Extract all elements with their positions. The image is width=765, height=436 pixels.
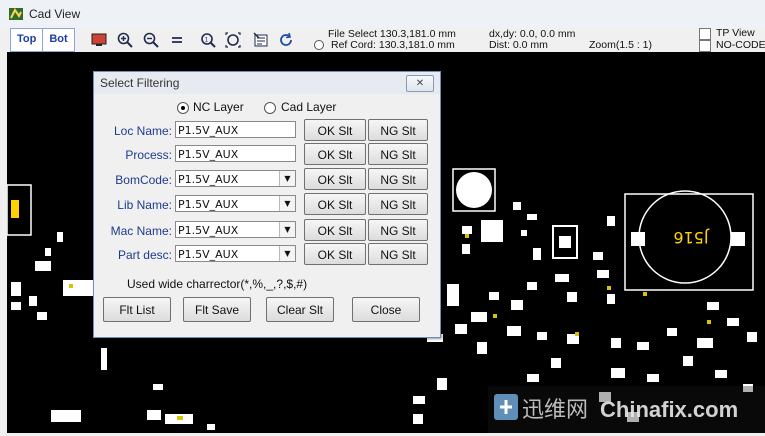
loc-name-input[interactable]: P1.5V_AUX: [175, 121, 296, 138]
zoom-out-icon[interactable]: [141, 30, 161, 50]
close-icon[interactable]: ✕: [406, 75, 434, 92]
lib-name-label: Lib Name:: [117, 198, 172, 212]
component-pad: [35, 261, 51, 271]
zoom-readout: Zoom(1.5 : 1): [589, 39, 653, 51]
bomcode-label: BomCode:: [115, 173, 172, 187]
round-component-pad: [456, 172, 492, 208]
lib-name-ok-button[interactable]: OK Slt: [304, 193, 366, 215]
lib-name-select[interactable]: P1.5V_AUX ▼: [175, 195, 296, 212]
cad-layer-radio[interactable]: [264, 102, 276, 114]
ic-package: [481, 220, 503, 242]
watermark: 迅维网 Chinafix.com: [488, 386, 765, 433]
bomcode-ng-button[interactable]: NG Slt: [368, 168, 428, 190]
chevron-down-icon[interactable]: ▼: [279, 171, 295, 186]
refresh-icon[interactable]: [276, 30, 296, 50]
no-code-checkbox[interactable]: [699, 40, 711, 52]
process-label: Process:: [125, 148, 172, 162]
part-desc-label: Part desc:: [117, 248, 172, 262]
fit-equal-icon[interactable]: [167, 30, 187, 50]
dialog-title: Select Filtering: [100, 76, 180, 90]
nc-layer-radio[interactable]: [177, 102, 189, 114]
mac-name-label: Mac Name:: [110, 224, 172, 238]
chevron-down-icon[interactable]: ▼: [279, 196, 295, 211]
wildcard-hint: Used wide charrector(*,%,_,?,$,#): [127, 277, 308, 291]
part-desc-value: P1.5V_AUX: [178, 248, 239, 261]
window-title: Cad View: [29, 7, 81, 21]
tp-view-checkbox[interactable]: [699, 28, 711, 40]
select-filtering-dialog: Select Filtering ✕ NC Layer Cad Layer Lo…: [93, 71, 441, 338]
part-desc-ng-button[interactable]: NG Slt: [368, 243, 428, 265]
bomcode-value: P1.5V_AUX: [178, 173, 239, 186]
ref-cord-radio[interactable]: [314, 40, 324, 50]
dialog-title-bar: Select Filtering ✕: [94, 72, 440, 94]
process-ng-button[interactable]: NG Slt: [368, 143, 428, 165]
chevron-down-icon[interactable]: ▼: [279, 246, 295, 261]
component-pad: [447, 284, 459, 306]
lib-name-value: P1.5V_AUX: [178, 198, 239, 211]
bomcode-ok-button[interactable]: OK Slt: [304, 168, 366, 190]
j516-pad-right: [731, 232, 745, 246]
bomcode-select[interactable]: P1.5V_AUX ▼: [175, 170, 296, 187]
layer-toggle-group: Top Bot: [10, 28, 75, 52]
nc-layer-label: NC Layer: [193, 100, 244, 114]
svg-text:迅维网: 迅维网: [522, 398, 588, 423]
flt-save-button[interactable]: Flt Save: [183, 297, 251, 322]
cad-layer-label: Cad Layer: [281, 100, 337, 114]
zoom-in-icon[interactable]: [115, 30, 135, 50]
process-input[interactable]: P1.5V_AUX: [175, 145, 296, 162]
component-pad: [11, 200, 19, 218]
chevron-down-icon[interactable]: ▼: [279, 222, 295, 237]
ref-cord-readout: Ref Cord: 130.3,181.0 mm: [331, 39, 455, 51]
loc-name-label: Loc Name:: [113, 124, 172, 138]
ic-pad: [559, 236, 571, 248]
top-layer-button[interactable]: Top: [11, 29, 42, 51]
svg-text:Chinafix.com: Chinafix.com: [600, 397, 738, 422]
mac-name-ok-button[interactable]: OK Slt: [304, 219, 366, 241]
clear-slt-button[interactable]: Clear Slt: [266, 297, 334, 322]
tp-view-label: TP View: [716, 27, 755, 39]
no-code-label: NO-CODE: [716, 39, 765, 51]
part-desc-select[interactable]: P1.5V_AUX ▼: [175, 245, 296, 262]
flt-list-button[interactable]: Flt List: [103, 297, 171, 322]
title-bar: Cad View: [0, 0, 765, 29]
bottom-layer-button[interactable]: Bot: [43, 29, 73, 51]
j516-label: J516: [673, 228, 709, 247]
zoom-fit-icon[interactable]: 1: [198, 30, 218, 50]
dist-readout: Dist: 0.0 mm: [489, 39, 548, 51]
loc-name-ng-button[interactable]: NG Slt: [368, 119, 428, 141]
app-icon: [9, 8, 23, 20]
zoom-window-icon[interactable]: [223, 30, 243, 50]
toolbar: Top Bot 1 File Select 130.3,181.0 mm Ref…: [0, 27, 765, 52]
close-button[interactable]: Close: [352, 297, 420, 322]
mac-name-ng-button[interactable]: NG Slt: [368, 219, 428, 241]
j516-pad-left: [631, 232, 645, 246]
part-desc-ok-button[interactable]: OK Slt: [304, 243, 366, 265]
svg-text:1: 1: [205, 37, 209, 44]
loc-name-ok-button[interactable]: OK Slt: [304, 119, 366, 141]
watermark-logo-icon: 迅维网 Chinafix.com: [488, 386, 765, 433]
lib-name-ng-button[interactable]: NG Slt: [368, 193, 428, 215]
mac-name-select[interactable]: P1.5V_AUX ▼: [175, 221, 296, 238]
mac-name-value: P1.5V_AUX: [178, 224, 239, 237]
monitor-icon[interactable]: [89, 30, 109, 50]
select-filter-icon[interactable]: [251, 30, 271, 50]
process-ok-button[interactable]: OK Slt: [304, 143, 366, 165]
